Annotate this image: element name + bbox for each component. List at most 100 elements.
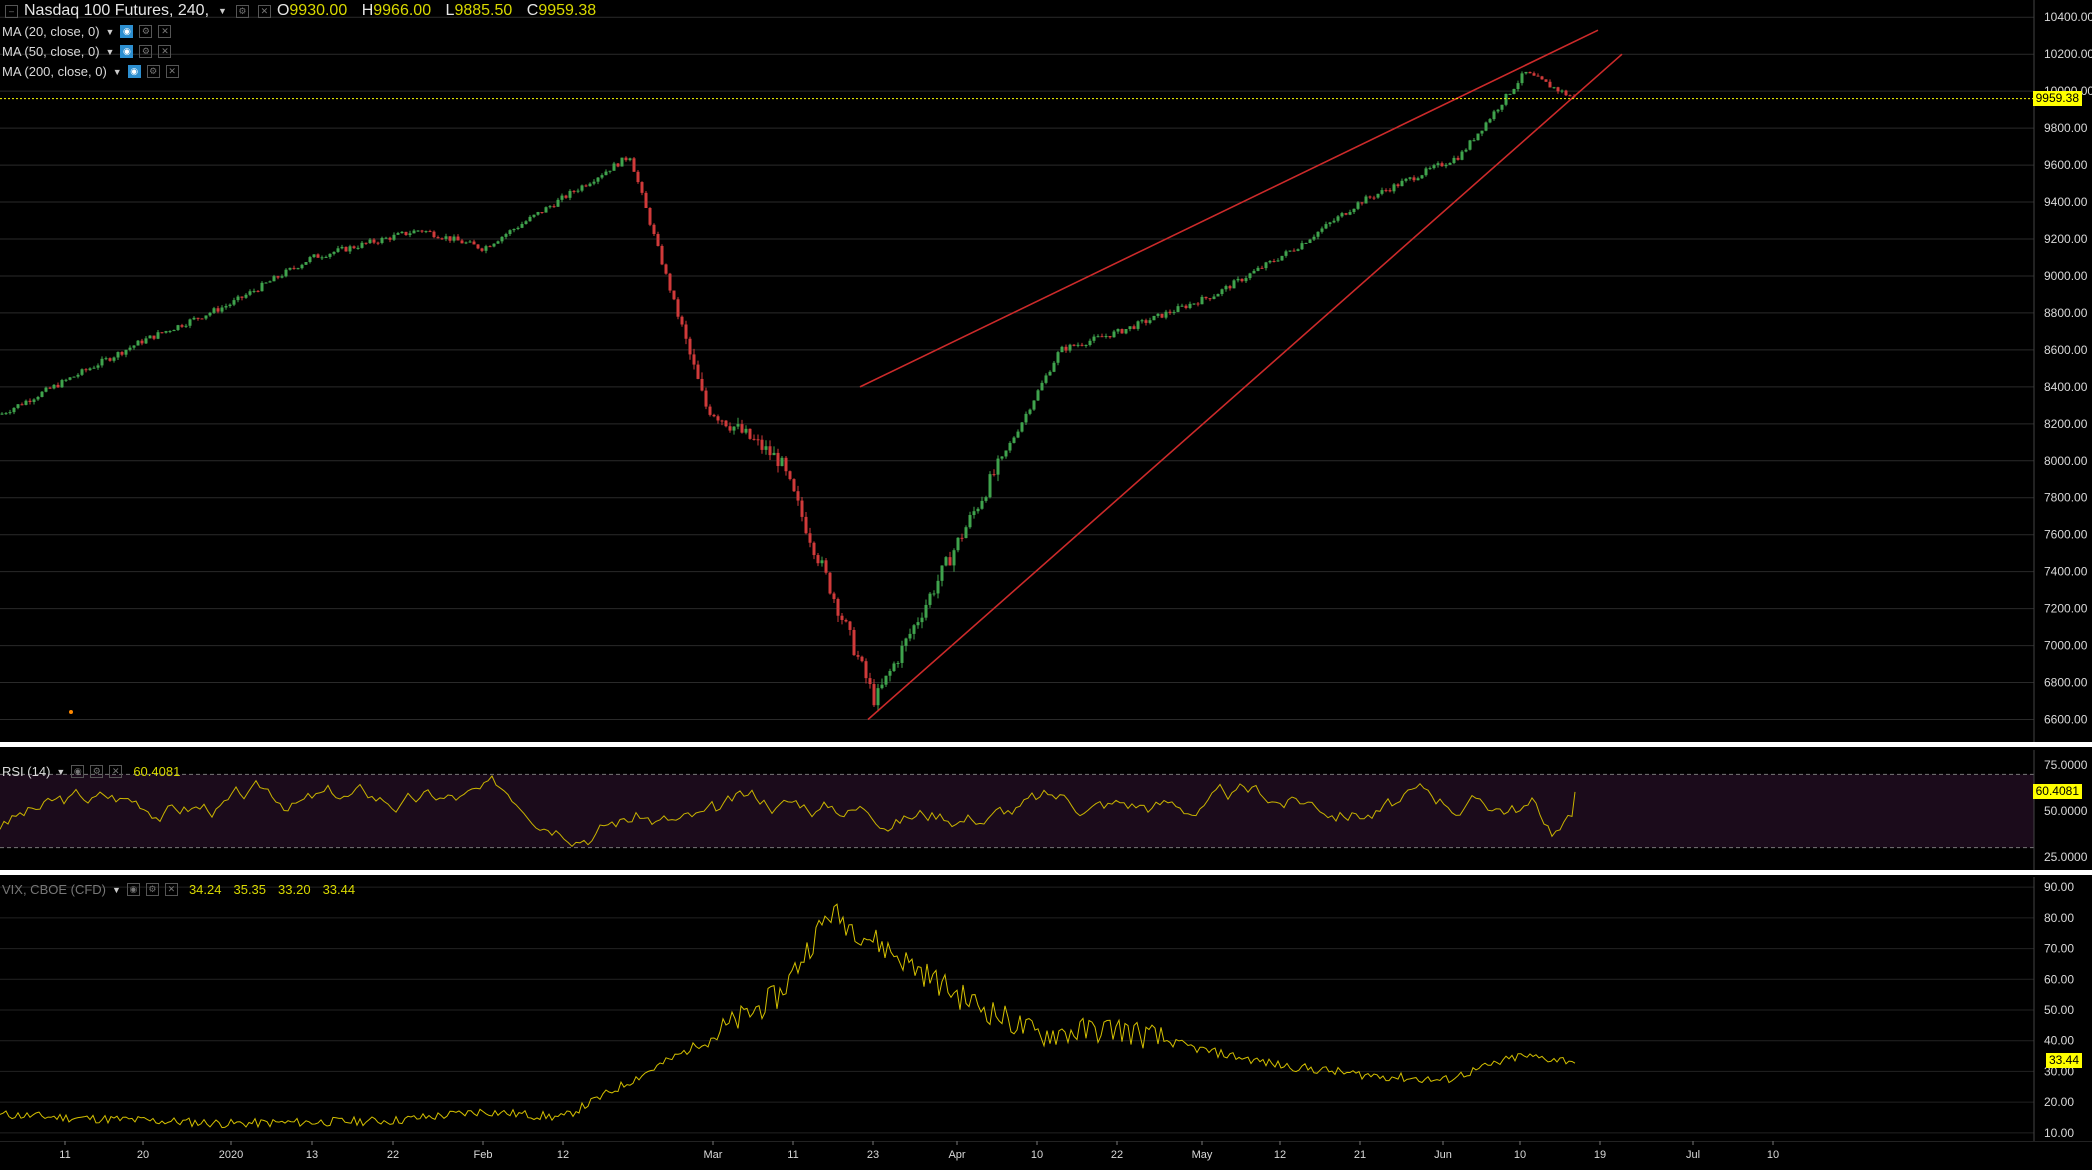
candle-body: [1324, 224, 1328, 229]
candle-body: [564, 195, 568, 198]
candle-body: [256, 290, 260, 292]
visibility-icon[interactable]: ◉: [120, 45, 134, 58]
candle-body: [692, 354, 696, 365]
pane-separator[interactable]: [0, 742, 2092, 747]
candle-body: [1236, 278, 1240, 281]
time-axis-label: 10: [1514, 1149, 1526, 1161]
candle-body: [88, 368, 92, 371]
candle-body: [1400, 180, 1404, 187]
candle-body: [1268, 260, 1272, 263]
rsi-pane[interactable]: 75.0000 50.0000 25.0000 RSI (14) ▼ ◉ ⚙ ✕ 60.4…: [0, 750, 2092, 870]
chevron-down-icon[interactable]: ▼: [106, 27, 115, 37]
candle-body: [752, 438, 756, 440]
price-axis-label: 8800.00: [2044, 306, 2088, 320]
candle-body: [1144, 320, 1148, 323]
candle-body: [1196, 303, 1200, 305]
candle-body: [956, 537, 960, 551]
candle-body: [1332, 220, 1336, 223]
price-chart[interactable]: 10400.0010200.0010000.009800.009600.0094…: [0, 0, 2092, 742]
rsi-legend[interactable]: RSI (14) ▼ ◉ ⚙ ✕ 60.4081: [2, 764, 180, 779]
close-icon[interactable]: ✕: [158, 45, 172, 58]
candle-body: [1104, 335, 1108, 337]
chevron-down-icon[interactable]: ▼: [106, 47, 115, 57]
candle-body: [312, 254, 316, 258]
candle-body: [1508, 93, 1512, 95]
rsi-chart[interactable]: 75.0000 50.0000 25.0000: [0, 750, 2092, 870]
candle-body: [436, 237, 440, 239]
candle-body: [140, 340, 144, 344]
close-icon[interactable]: ✕: [158, 25, 172, 38]
candle-body: [1388, 190, 1392, 192]
event-marker: [69, 710, 73, 714]
candle-body: [440, 238, 444, 240]
chevron-down-icon[interactable]: ▼: [112, 885, 121, 895]
visibility-icon[interactable]: ◉: [120, 25, 134, 38]
candle-body: [1164, 311, 1168, 318]
vix-axis-label: 10.00: [2044, 1126, 2074, 1140]
close-icon[interactable]: ✕: [257, 4, 271, 18]
ma20-legend[interactable]: MA (20, close, 0) ▼ ◉ ⚙ ✕: [2, 24, 172, 39]
candle-body: [768, 446, 772, 456]
candle-body: [168, 331, 172, 333]
candle-body: [276, 276, 280, 278]
close-icon[interactable]: ✕: [109, 765, 123, 778]
settings-icon[interactable]: ⚙: [235, 4, 249, 18]
ma50-legend[interactable]: MA (50, close, 0) ▼ ◉ ⚙ ✕: [2, 44, 172, 59]
candle-body: [1116, 329, 1120, 332]
candle-body: [260, 282, 264, 292]
candle-body: [688, 338, 692, 355]
candle-body: [16, 404, 20, 408]
candle-body: [500, 236, 504, 242]
settings-icon[interactable]: ⚙: [90, 765, 104, 778]
visibility-icon[interactable]: ◉: [127, 65, 141, 78]
candle-body: [1488, 119, 1492, 123]
vix-pane[interactable]: 90.00 80.00 70.00 60.00 50.00 40.00 30.00 20.00…: [0, 877, 2092, 1141]
candle-body: [1564, 90, 1568, 96]
price-pane[interactable]: 10400.0010200.0010000.009800.009600.0094…: [0, 0, 2092, 742]
vix-legend[interactable]: VIX, CBOE (CFD) ▼ ◉ ⚙ ✕ 34.24 35.35 33.20 33.4…: [2, 882, 367, 897]
time-axis[interactable]: 11 20 2020 13 22 Feb 12 Mar 11 23 Apr 10 22 May 12 21 Ju…: [0, 1141, 2092, 1170]
candle-body: [704, 390, 708, 407]
visibility-icon[interactable]: ◉: [71, 765, 85, 778]
candle-body: [1288, 250, 1292, 252]
vix-values: 34.24 35.35 33.20 33.44: [188, 882, 356, 897]
candle-body: [1444, 164, 1448, 167]
settings-icon[interactable]: ⚙: [145, 883, 159, 896]
ma20-label: MA (20, close, 0): [2, 24, 100, 39]
pane-separator[interactable]: [0, 870, 2092, 875]
candle-body: [1560, 90, 1564, 92]
price-axis-label: 10400.00: [2044, 10, 2092, 24]
price-axis-label: 7000.00: [2044, 639, 2088, 653]
settings-icon[interactable]: ⚙: [139, 25, 153, 38]
candle-body: [728, 426, 732, 431]
candle-body: [1384, 190, 1388, 192]
chevron-down-icon[interactable]: ▼: [218, 6, 227, 16]
candle-body: [1208, 298, 1212, 300]
ohlc-values: O9930.00 H9966.00 L9885.50 C9959.38: [276, 2, 597, 19]
chevron-down-icon[interactable]: ▼: [113, 67, 122, 77]
candle-body: [1380, 190, 1384, 194]
collapse-icon[interactable]: –: [5, 4, 18, 18]
visibility-icon[interactable]: ◉: [126, 883, 140, 896]
candle-body: [900, 645, 904, 663]
candle-body: [124, 349, 128, 355]
candle-body: [740, 424, 744, 433]
candle-body: [280, 276, 284, 278]
symbol-legend: – Nasdaq 100 Futures, 240, ▼ ⚙ ✕ O9930.0…: [2, 2, 606, 20]
ma200-label: MA (200, close, 0): [2, 64, 107, 79]
ma200-legend[interactable]: MA (200, close, 0) ▼ ◉ ⚙ ✕: [2, 64, 179, 79]
candle-body: [908, 633, 912, 639]
candle-body: [72, 376, 76, 378]
settings-icon[interactable]: ⚙: [139, 45, 153, 58]
chevron-down-icon[interactable]: ▼: [56, 767, 65, 777]
candle-body: [1220, 289, 1224, 295]
settings-icon[interactable]: ⚙: [146, 65, 160, 78]
close-icon[interactable]: ✕: [165, 65, 179, 78]
vix-chart[interactable]: 90.0080.0070.0060.0050.0040.0030.0020.00…: [0, 877, 2092, 1141]
close-icon[interactable]: ✕: [164, 883, 178, 896]
candle-body: [220, 307, 224, 312]
candle-body: [1428, 168, 1432, 170]
candle-body: [748, 428, 752, 439]
candle-body: [732, 426, 736, 431]
candle-body: [528, 216, 532, 222]
